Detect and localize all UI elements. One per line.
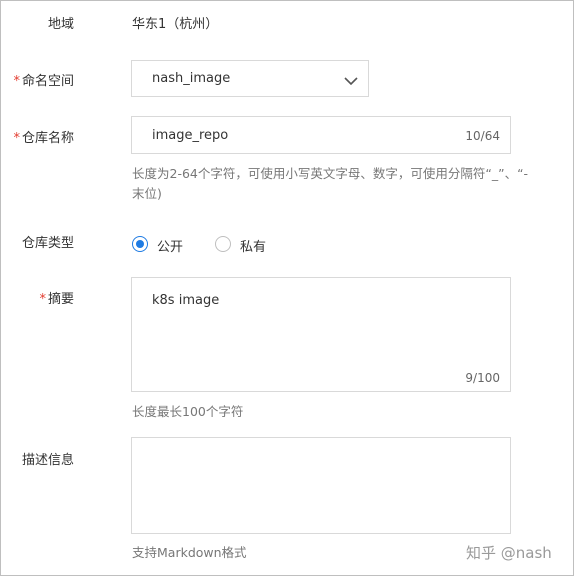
repo-name-hint-line1: 长度为2-64个字符，可使用小写英文字母、数字，可使用分隔符“_”、“- xyxy=(132,166,529,181)
required-mark: * xyxy=(39,292,46,307)
watermark: 知乎 @nash xyxy=(466,544,552,562)
description-hint: 支持Markdown格式 xyxy=(132,545,247,560)
radio-public-label[interactable]: 公开 xyxy=(157,236,183,255)
namespace-select[interactable]: nash_image xyxy=(131,60,369,97)
repo-name-value: image_repo xyxy=(152,128,229,143)
required-mark: * xyxy=(13,74,20,89)
summary-counter: 9/100 xyxy=(465,371,500,385)
repo-name-input[interactable]: image_repo 10/64 xyxy=(131,116,511,154)
repo-name-hint-line2: 末位) xyxy=(132,186,162,201)
description-label: 描述信息 xyxy=(21,453,74,468)
description-textarea[interactable] xyxy=(131,437,511,534)
summary-value: k8s image xyxy=(152,293,220,308)
region-value: 华东1（杭州） xyxy=(132,17,219,32)
radio-private[interactable] xyxy=(215,236,231,252)
summary-label: * 摘要 xyxy=(39,292,74,307)
radio-private-label[interactable]: 私有 xyxy=(240,236,266,255)
summary-textarea[interactable]: k8s image 9/100 xyxy=(131,277,511,392)
repo-name-counter: 10/64 xyxy=(465,129,500,143)
summary-hint: 长度最长100个字符 xyxy=(132,404,244,419)
repo-type-label: 仓库类型 xyxy=(21,236,74,251)
radio-public[interactable] xyxy=(132,236,148,252)
region-label: 地域 xyxy=(47,17,74,32)
namespace-label: * 命名空间 xyxy=(13,74,74,89)
required-mark: * xyxy=(13,131,20,146)
namespace-selected-value: nash_image xyxy=(152,71,231,86)
repo-name-label: * 仓库名称 xyxy=(13,131,74,146)
chevron-down-icon xyxy=(343,72,359,86)
